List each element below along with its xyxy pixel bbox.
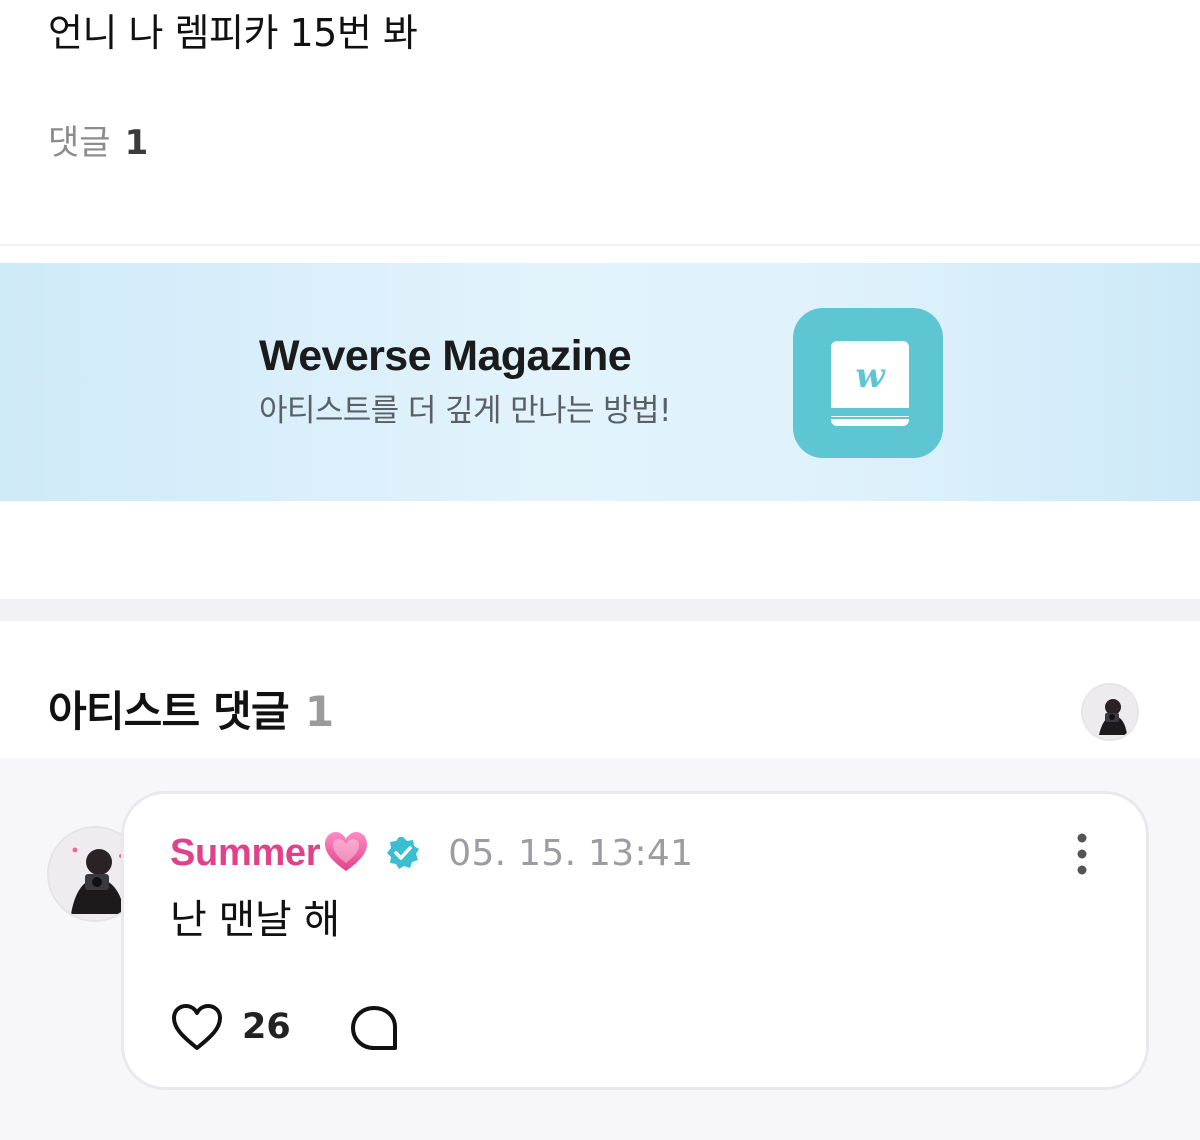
verified-check-icon [387,837,420,869]
more-vertical-icon[interactable] [1072,832,1092,876]
banner-title: Weverse Magazine [259,332,632,380]
banner-subtitle: 아티스트를 더 깊게 만나는 방법! [259,393,671,429]
artist-comments-count: 1 [304,687,334,736]
pink-heart-emoji-icon [322,829,370,877]
comment-count-number: 1 [124,123,149,163]
comment-count-label: 댓글 [48,123,111,163]
heart-outline-icon [172,1004,222,1050]
comment-meta: Summer 05. 15. 13:41 [170,828,693,878]
comment-author-name[interactable]: Summer [170,832,321,875]
post-text: 언니 나 렘피카 15번 봐 [48,11,418,55]
artist-avatar[interactable] [1081,683,1139,741]
weverse-magazine-book-icon: w [793,308,943,458]
comment-body: 난 맨날 해 [170,897,340,943]
like-button[interactable]: 26 [170,1002,291,1052]
divider [0,244,1200,246]
comment-card: Summer 05. 15. 13:41 난 맨날 해 26 [121,791,1149,1090]
reply-bubble-icon[interactable] [348,1004,400,1052]
comment-timestamp: 05. 15. 13:41 [448,832,694,874]
artist-comments-title: 아티스트 댓글 [48,687,290,736]
section-divider [0,599,1200,621]
like-count: 26 [242,1007,291,1047]
svg-text:w: w [855,356,886,396]
artist-comments-header: 아티스트 댓글 1 [48,684,334,740]
weverse-magazine-banner[interactable]: Weverse Magazine 아티스트를 더 깊게 만나는 방법! w [0,263,1200,501]
comment-count-button[interactable]: 댓글 1 [48,120,148,166]
